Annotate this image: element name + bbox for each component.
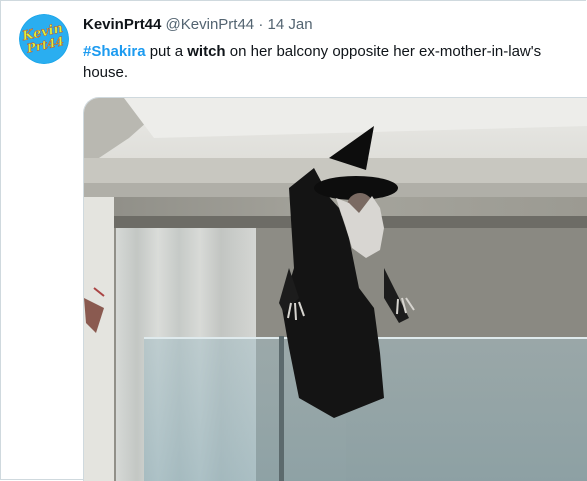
tweet-date[interactable]: 14 Jan	[268, 16, 313, 33]
separator: ·	[254, 16, 268, 33]
hashtag-link[interactable]: #Shakira	[83, 43, 146, 60]
tweet-text-bold: witch	[187, 43, 226, 60]
avatar[interactable]: Kevin Prt44	[19, 14, 69, 64]
witch-balcony-photo	[84, 98, 587, 481]
tweet-header: KevinPrt44 @KevinPrt44 · 14 Jan	[83, 15, 313, 35]
tweet-text: #Shakira put a witch on her balcony oppo…	[83, 41, 581, 83]
tweet-media-photo[interactable]	[83, 97, 587, 481]
avatar-image: Kevin Prt44	[19, 14, 69, 64]
handle[interactable]: @KevinPrt44	[166, 16, 255, 33]
display-name[interactable]: KevinPrt44	[83, 16, 161, 33]
tweet-card[interactable]: Kevin Prt44 KevinPrt44 @KevinPrt44 · 14 …	[0, 0, 587, 481]
tweet-text-part1: put a	[145, 43, 188, 60]
